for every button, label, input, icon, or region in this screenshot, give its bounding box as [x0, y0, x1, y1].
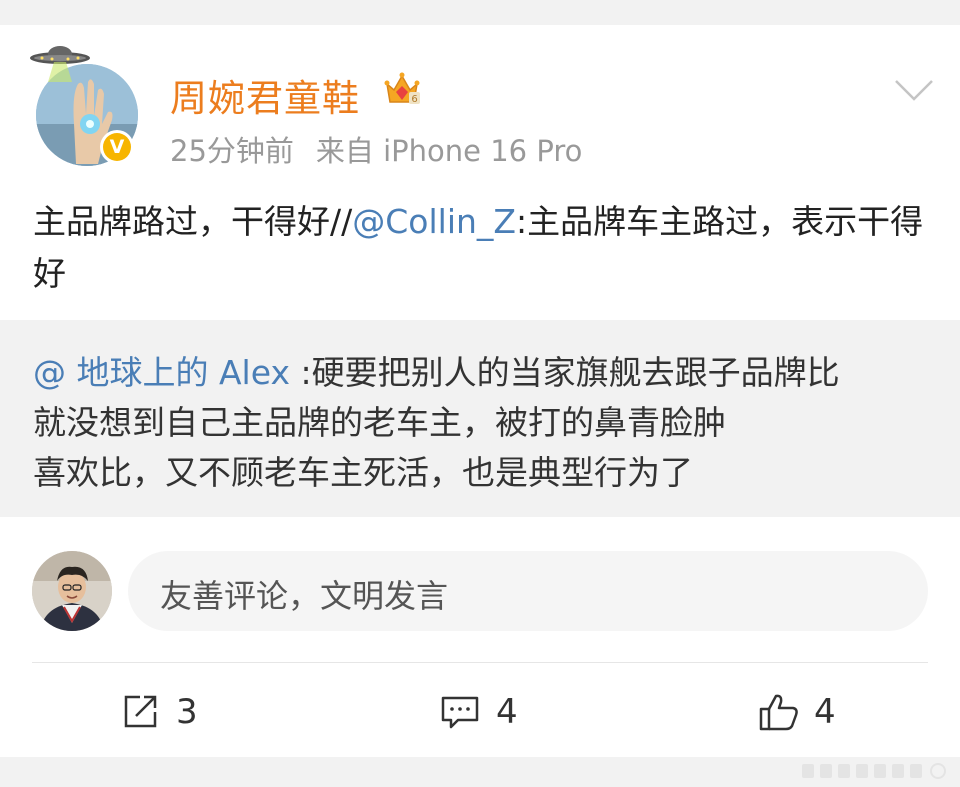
repost-count: 3: [176, 692, 198, 732]
repost-line-1: @ 地球上的 Alex :硬要把别人的当家旗舰去跟子品牌比: [33, 348, 933, 398]
share-icon: [124, 695, 157, 728]
repost-line-2: 就没想到自己主品牌的老车主，被打的鼻青脸肿: [33, 403, 726, 442]
ufo-decoration-icon: [28, 42, 92, 82]
mention-link[interactable]: @Collin_Z: [352, 202, 516, 241]
page-indicator-icon: [800, 760, 950, 782]
repost-mention-link[interactable]: @ 地球上的 Alex: [33, 353, 290, 392]
repost-button[interactable]: 3: [120, 690, 240, 736]
comment-count: 4: [496, 692, 518, 732]
chevron-down-icon[interactable]: [894, 78, 934, 102]
comment-button[interactable]: 4: [440, 690, 560, 736]
comment-icon: [441, 696, 479, 729]
post-text: 主品牌路过，干得好//@Collin_Z:主品牌车主路过，表示干得好: [33, 196, 933, 300]
crown-level-number: 6: [411, 94, 417, 105]
repost-line1-text: :硬要把别人的当家旗舰去跟子品牌比: [289, 353, 840, 392]
repost-line-3: 喜欢比，又不顾老车主死活，也是典型行为了: [33, 453, 693, 492]
post-meta: 25分钟前 来自 iPhone 16 Pro: [170, 128, 582, 170]
thumb-up-icon: [759, 694, 798, 731]
my-avatar[interactable]: [32, 551, 112, 631]
action-divider: [32, 662, 928, 663]
post-time: 25分钟前: [170, 134, 294, 168]
verified-badge-icon: V: [100, 130, 134, 164]
post-source: 来自 iPhone 16 Pro: [315, 134, 583, 168]
author-name[interactable]: 周婉君童鞋: [170, 68, 360, 122]
comment-input[interactable]: 友善评论，文明发言: [128, 551, 928, 631]
comment-placeholder: 友善评论，文明发言: [160, 577, 449, 615]
like-button[interactable]: 4: [758, 690, 878, 736]
repost-text: @ 地球上的 Alex :硬要把别人的当家旗舰去跟子品牌比 就没想到自己主品牌的…: [33, 348, 933, 498]
crown-level-icon[interactable]: 6: [383, 70, 421, 108]
post-text-part1: 主品牌路过，干得好//: [33, 202, 353, 241]
like-count: 4: [814, 692, 836, 732]
repost-original-block[interactable]: @ 地球上的 Alex :硬要把别人的当家旗舰去跟子品牌比 就没想到自己主品牌的…: [0, 320, 960, 517]
